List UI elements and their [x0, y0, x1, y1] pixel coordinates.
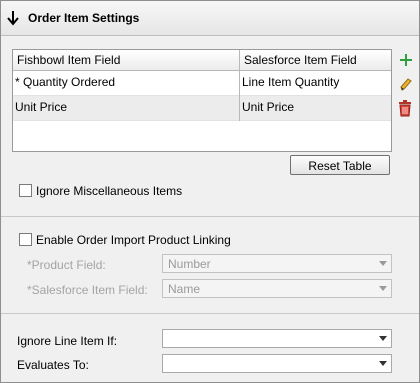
evaluates-to-select[interactable]: [162, 354, 392, 373]
table-cell-fishbowl: * Quantity Ordered: [15, 75, 116, 89]
table-cell-salesforce: Line Item Quantity: [242, 75, 340, 89]
chevron-down-icon: [379, 261, 387, 266]
edit-icon[interactable]: [397, 75, 415, 93]
evaluates-to-label: Evaluates To:: [17, 358, 89, 372]
table-row[interactable]: * Quantity Ordered Line Item Quantity: [13, 71, 391, 96]
product-linking-checkbox[interactable]: [19, 233, 32, 246]
salesforce-item-field-value: Name: [168, 282, 201, 296]
ignore-line-item-label: Ignore Line Item If:: [17, 334, 118, 348]
table-cell-fishbowl: Unit Price: [15, 100, 68, 114]
panel-header[interactable]: Order Item Settings: [1, 1, 419, 36]
ignore-misc-checkbox[interactable]: [19, 184, 32, 197]
column-header-salesforce[interactable]: Salesforce Item Field: [242, 50, 357, 70]
chevron-down-icon: [379, 336, 387, 341]
product-field-select[interactable]: Number: [162, 254, 392, 273]
delete-icon[interactable]: [395, 98, 413, 117]
field-mapping-table[interactable]: Fishbowl Item Field Salesforce Item Fiel…: [12, 49, 392, 152]
ignore-misc-label: Ignore Miscellaneous Items: [36, 184, 183, 198]
divider: [1, 313, 419, 314]
salesforce-item-field-label: *Salesforce Item Field:: [27, 283, 148, 297]
panel-title: Order Item Settings: [28, 11, 140, 25]
column-header-fishbowl[interactable]: Fishbowl Item Field: [15, 50, 120, 70]
arrow-down-icon[interactable]: [6, 10, 20, 29]
chevron-down-icon: [379, 286, 387, 291]
order-item-settings-panel: Order Item Settings Fishbowl Item Field …: [0, 0, 420, 383]
product-field-value: Number: [168, 257, 211, 271]
add-icon[interactable]: [397, 51, 415, 69]
column-divider: [239, 50, 240, 121]
product-field-label: *Product Field:: [27, 258, 106, 272]
chevron-down-icon: [379, 361, 387, 366]
table-cell-salesforce: Unit Price: [242, 100, 295, 114]
table-row[interactable]: Unit Price Unit Price: [13, 96, 391, 121]
ignore-line-item-select[interactable]: [162, 329, 392, 348]
reset-table-button[interactable]: Reset Table: [290, 155, 390, 175]
divider: [1, 216, 419, 217]
product-linking-label: Enable Order Import Product Linking: [36, 233, 231, 247]
salesforce-item-field-select[interactable]: Name: [162, 279, 392, 298]
table-header-row: Fishbowl Item Field Salesforce Item Fiel…: [13, 50, 391, 71]
